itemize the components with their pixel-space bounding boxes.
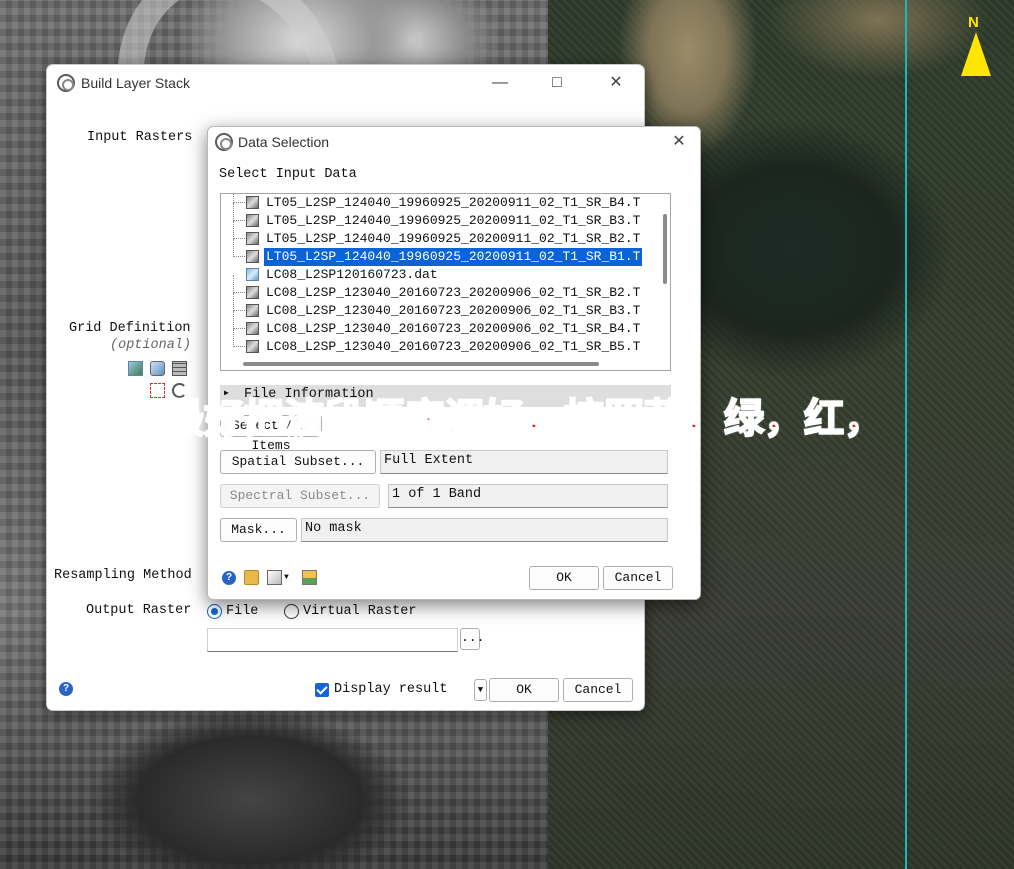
raster-file-icon [246,232,259,245]
options-menu-icon[interactable] [267,570,282,585]
browse-button[interactable]: ... [460,628,484,650]
file-name: LT05_L2SP_124040_19960925_20200911_02_T1… [264,248,643,266]
spectral-subset-value: 1 of 1 Band [388,484,668,508]
file-name: LT05_L2SP_124040_19960925_20200911_02_T1… [266,231,641,246]
tree-line [233,329,234,347]
dat-file-icon [246,268,259,281]
file-name: LC08_L2SP_123040_20160723_20200906_02_T1… [266,339,641,354]
image-icon[interactable] [128,361,143,376]
list-item[interactable]: LC08_L2SP_123040_20160723_20200906_02_T1… [221,329,661,356]
data-manager-icon[interactable] [302,570,317,585]
output-path-field[interactable] [207,628,458,652]
display-result-checkbox[interactable] [315,683,329,697]
output-file-label: File [226,604,259,619]
list-item[interactable]: LT05_L2SP_124040_19960925_20200911_02_T1… [221,194,661,212]
file-name: LC08_L2SP_123040_20160723_20200906_02_T1… [266,321,641,336]
minimize-button[interactable]: — [477,71,523,95]
output-file-radio[interactable] [207,604,222,619]
tree-line [233,328,245,329]
output-virtual-label: Virtual Raster [303,604,417,619]
dialog-icon [215,133,233,151]
raster-file-icon [246,196,259,209]
spatial-subset-value: Full Extent [380,450,668,474]
layers-icon[interactable] [150,361,165,376]
raster-file-icon [246,214,259,227]
raster-file-icon [246,250,259,263]
list-item-selected[interactable]: LT05_L2SP_124040_19960925_20200911_02_T1… [221,239,661,266]
tree-line [233,346,245,347]
north-arrow-icon [961,32,991,76]
title-bar[interactable]: Build Layer Stack — □ ✕ [47,65,644,101]
calculator-icon[interactable] [172,361,187,376]
data-selection-dialog: Data Selection ✕ Select Input Data LT05_… [207,126,701,600]
output-virtual-radio[interactable] [284,604,299,619]
open-folder-icon[interactable] [244,570,259,585]
spatial-subset-button[interactable]: Spatial Subset... [220,450,376,474]
dialog-title: Data Selection [238,134,330,150]
north-arrow: N [958,14,994,78]
ok-button[interactable]: OK [489,678,559,702]
grid-definition-label: Grid Definition [69,321,191,336]
tree-line [233,220,245,221]
list-item[interactable]: LT05_L2SP_124040_19960925_20200911_02_T1… [221,221,661,248]
file-name: LC08_L2SP_123040_20160723_20200906_02_T1… [266,303,641,318]
grid-definition-optional: (optional) [110,338,192,353]
list-item[interactable]: LC08_L2SP_123040_20160723_20200906_02_T1… [221,275,661,302]
raster-file-icon [246,340,259,353]
output-raster-label: Output Raster [86,603,192,618]
cancel-button[interactable]: Cancel [563,678,633,702]
ok-dropdown-arrow[interactable]: ▼ [474,679,487,701]
display-result-label: Display result [334,682,448,697]
boundary-line [905,0,907,869]
list-item[interactable]: LC08_L2SP_123040_20160723_20200906_02_T1… [221,311,661,338]
app-icon [57,74,75,92]
tree-line [233,275,234,293]
tree-line [233,310,245,311]
tree-line [233,292,245,293]
dialog-cancel-button[interactable]: Cancel [603,566,673,590]
vertical-scrollbar[interactable] [663,214,667,284]
annotation-text: 这里最好把波段顺序调好，按照蓝，绿，红， [83,395,885,443]
dialog-close-button[interactable]: ✕ [656,130,702,154]
tree-line [233,203,234,221]
dialog-ok-button[interactable]: OK [529,566,599,590]
file-name: LT05_L2SP_124040_19960925_20200911_02_T1… [266,213,641,228]
mask-value: No mask [301,518,668,542]
spectral-subset-button[interactable]: Spectral Subset... [220,484,380,508]
tree-line [233,256,245,257]
tree-line [233,202,245,203]
tree-line [233,293,234,311]
help-icon[interactable]: ? [59,682,73,696]
chevron-down-icon[interactable]: ▼ [284,573,289,582]
list-item[interactable]: LC08_L2SP120160723.dat [221,266,661,284]
tree-line [233,238,245,239]
help-icon[interactable]: ? [222,571,236,585]
north-label: N [968,14,979,31]
select-input-data-label: Select Input Data [219,167,357,182]
tree-line [233,239,234,257]
input-rasters-label: Input Rasters [87,130,193,145]
raster-file-icon [246,286,259,299]
file-name: LC08_L2SP_123040_20160723_20200906_02_T1… [266,285,641,300]
file-name: LC08_L2SP120160723.dat [266,267,438,282]
close-button[interactable]: ✕ [593,71,639,95]
file-name: LT05_L2SP_124040_19960925_20200911_02_T1… [266,195,641,210]
tree-line [233,221,234,239]
list-item[interactable]: LC08_L2SP_123040_20160723_20200906_02_T1… [221,293,661,320]
list-item[interactable]: LT05_L2SP_124040_19960925_20200911_02_T1… [221,203,661,230]
horizontal-scrollbar[interactable] [243,362,599,366]
maximize-button[interactable]: □ [534,71,580,95]
mask-button[interactable]: Mask... [220,518,297,542]
input-file-list[interactable]: LT05_L2SP_124040_19960925_20200911_02_T1… [220,193,671,371]
tree-line [233,311,234,329]
raster-file-icon [246,304,259,317]
window-title: Build Layer Stack [81,75,190,91]
raster-file-icon [246,322,259,335]
resampling-method-label: Resampling Method [54,568,192,583]
